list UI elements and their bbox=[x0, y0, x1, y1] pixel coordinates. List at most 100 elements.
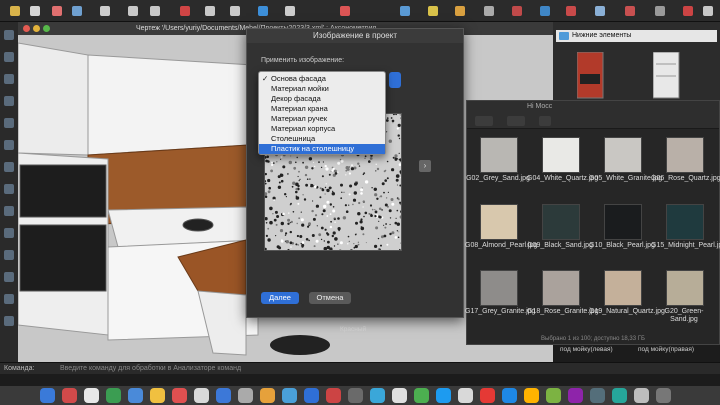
save-icon[interactable] bbox=[72, 6, 82, 16]
text-tool-icon[interactable] bbox=[4, 294, 14, 304]
app7-dock-icon[interactable] bbox=[436, 388, 451, 403]
file-name[interactable]: G08_Almond_Pearl.jpg bbox=[465, 242, 537, 250]
option-facade-base[interactable]: ✓ Основа фасада bbox=[259, 74, 385, 84]
view-icon[interactable] bbox=[400, 6, 410, 16]
trash-dock-icon[interactable] bbox=[656, 388, 671, 403]
line-tool-icon[interactable] bbox=[4, 96, 14, 106]
library-category-header[interactable]: Нижние элементы bbox=[556, 30, 717, 42]
finder-dock-icon[interactable] bbox=[40, 388, 55, 403]
file-thumbnail[interactable] bbox=[542, 137, 580, 173]
rect-tool-icon[interactable] bbox=[4, 118, 14, 128]
option-sink-material[interactable]: Материал мойки bbox=[259, 84, 385, 94]
file-thumbnail[interactable] bbox=[666, 270, 704, 306]
app-dock-icon[interactable] bbox=[304, 388, 319, 403]
messages-dock-icon[interactable] bbox=[106, 388, 121, 403]
layers-icon[interactable] bbox=[258, 6, 268, 16]
app4-dock-icon[interactable] bbox=[370, 388, 385, 403]
help-icon[interactable] bbox=[683, 6, 693, 16]
drawer-tool-icon[interactable] bbox=[4, 206, 14, 216]
gear-icon[interactable] bbox=[507, 116, 525, 126]
file-name[interactable]: G02_Grey_Sand.jpg bbox=[465, 175, 531, 183]
next-button[interactable]: Далее bbox=[261, 292, 299, 304]
mail-dock-icon[interactable] bbox=[128, 388, 143, 403]
command-input[interactable]: Введите команду для обработки в Анализат… bbox=[60, 363, 241, 375]
file-thumbnail[interactable] bbox=[604, 204, 642, 240]
safari-dock-icon[interactable] bbox=[84, 388, 99, 403]
cancel-button[interactable]: Отмена bbox=[309, 292, 351, 304]
app13-dock-icon[interactable] bbox=[568, 388, 583, 403]
settings-icon[interactable] bbox=[595, 6, 605, 16]
option-facade-decor[interactable]: Декор фасада bbox=[259, 94, 385, 104]
appstore-dock-icon[interactable] bbox=[216, 388, 231, 403]
material-icon[interactable] bbox=[512, 6, 522, 16]
grid-icon[interactable] bbox=[285, 6, 295, 16]
app12-dock-icon[interactable] bbox=[546, 388, 561, 403]
app10-dock-icon[interactable] bbox=[502, 388, 517, 403]
file-name[interactable]: G05_White_Granite.jpg bbox=[589, 175, 662, 183]
camera-icon[interactable] bbox=[484, 6, 494, 16]
launchpad-dock-icon[interactable] bbox=[62, 388, 77, 403]
file-name[interactable]: G06_Rose_Quartz.jpg bbox=[651, 175, 720, 183]
file-name[interactable]: G18_Rose_Granite.jpg bbox=[527, 308, 599, 316]
undo-icon[interactable] bbox=[128, 6, 138, 16]
app8-dock-icon[interactable] bbox=[458, 388, 473, 403]
view-mode-icon[interactable] bbox=[475, 116, 493, 126]
file-thumbnail[interactable] bbox=[604, 270, 642, 306]
render-icon[interactable] bbox=[428, 6, 438, 16]
door-tool-icon[interactable] bbox=[4, 184, 14, 194]
circle-tool-icon[interactable] bbox=[4, 140, 14, 150]
select-tool-icon[interactable] bbox=[4, 30, 14, 40]
option-body-material[interactable]: Материал корпуса bbox=[259, 124, 385, 134]
app15-dock-icon[interactable] bbox=[612, 388, 627, 403]
app2-dock-icon[interactable] bbox=[326, 388, 341, 403]
option-countertop-plastic[interactable]: Пластик на столешницу bbox=[259, 144, 385, 154]
cabinet-thumbnail-white[interactable] bbox=[653, 52, 683, 102]
music-dock-icon[interactable] bbox=[260, 388, 275, 403]
app6-dock-icon[interactable] bbox=[414, 388, 429, 403]
app3-dock-icon[interactable] bbox=[348, 388, 363, 403]
minimize-window-button[interactable] bbox=[33, 25, 40, 32]
file-thumbnail[interactable] bbox=[542, 270, 580, 306]
apply-select-chevron-icon[interactable] bbox=[389, 72, 401, 88]
telegram-dock-icon[interactable] bbox=[282, 388, 297, 403]
file-thumbnail[interactable] bbox=[666, 137, 704, 173]
move-tool-icon[interactable] bbox=[4, 52, 14, 62]
cabinet-thumbnail-red[interactable] bbox=[577, 52, 607, 102]
zoom-icon[interactable] bbox=[10, 6, 20, 16]
option-faucet-material[interactable]: Материал крана bbox=[259, 104, 385, 114]
file-thumbnail[interactable] bbox=[604, 137, 642, 173]
shelf-tool-icon[interactable] bbox=[4, 228, 14, 238]
light-icon[interactable] bbox=[455, 6, 465, 16]
library-icon[interactable] bbox=[540, 6, 550, 16]
dimension-tool-icon[interactable] bbox=[4, 272, 14, 282]
file-name[interactable]: G09_Black_Sand.jpg bbox=[527, 242, 593, 250]
arrow-right-icon[interactable]: › bbox=[419, 160, 431, 172]
export-icon[interactable] bbox=[566, 6, 576, 16]
measure-tool-icon[interactable] bbox=[4, 250, 14, 260]
photos-dock-icon[interactable] bbox=[194, 388, 209, 403]
erase-tool-icon[interactable] bbox=[4, 316, 14, 326]
file-name[interactable]: G19_Natural_Quartz.jpg bbox=[589, 308, 665, 316]
file-thumbnail[interactable] bbox=[480, 204, 518, 240]
notes-dock-icon[interactable] bbox=[150, 388, 165, 403]
panel-tool-icon[interactable] bbox=[4, 162, 14, 172]
file-name[interactable]: G10_Black_Pearl.jpg bbox=[589, 242, 655, 250]
zoom-window-button[interactable] bbox=[43, 25, 50, 32]
option-handle-material[interactable]: Материал ручек bbox=[259, 114, 385, 124]
file-name[interactable]: G17_Grey_Granite.jpg bbox=[465, 308, 535, 316]
downloads-dock-icon[interactable] bbox=[634, 388, 649, 403]
file-thumbnail[interactable] bbox=[666, 204, 704, 240]
file-thumbnail[interactable] bbox=[480, 137, 518, 173]
info-icon[interactable] bbox=[703, 6, 713, 16]
apply-image-dropdown[interactable]: ✓ Основа фасада Материал мойки Декор фаса… bbox=[258, 71, 386, 155]
tools-icon[interactable] bbox=[655, 6, 665, 16]
cut-icon[interactable] bbox=[180, 6, 190, 16]
file-name[interactable]: G04_White_Quartz.jpg bbox=[527, 175, 598, 183]
calendar-dock-icon[interactable] bbox=[172, 388, 187, 403]
report-icon[interactable] bbox=[625, 6, 635, 16]
new-file-icon[interactable] bbox=[30, 6, 40, 16]
settings-dock-icon[interactable] bbox=[238, 388, 253, 403]
app11-dock-icon[interactable] bbox=[524, 388, 539, 403]
file-name[interactable]: G15_Midnight_Pearl.jpg bbox=[651, 242, 720, 250]
print-icon[interactable] bbox=[100, 6, 110, 16]
